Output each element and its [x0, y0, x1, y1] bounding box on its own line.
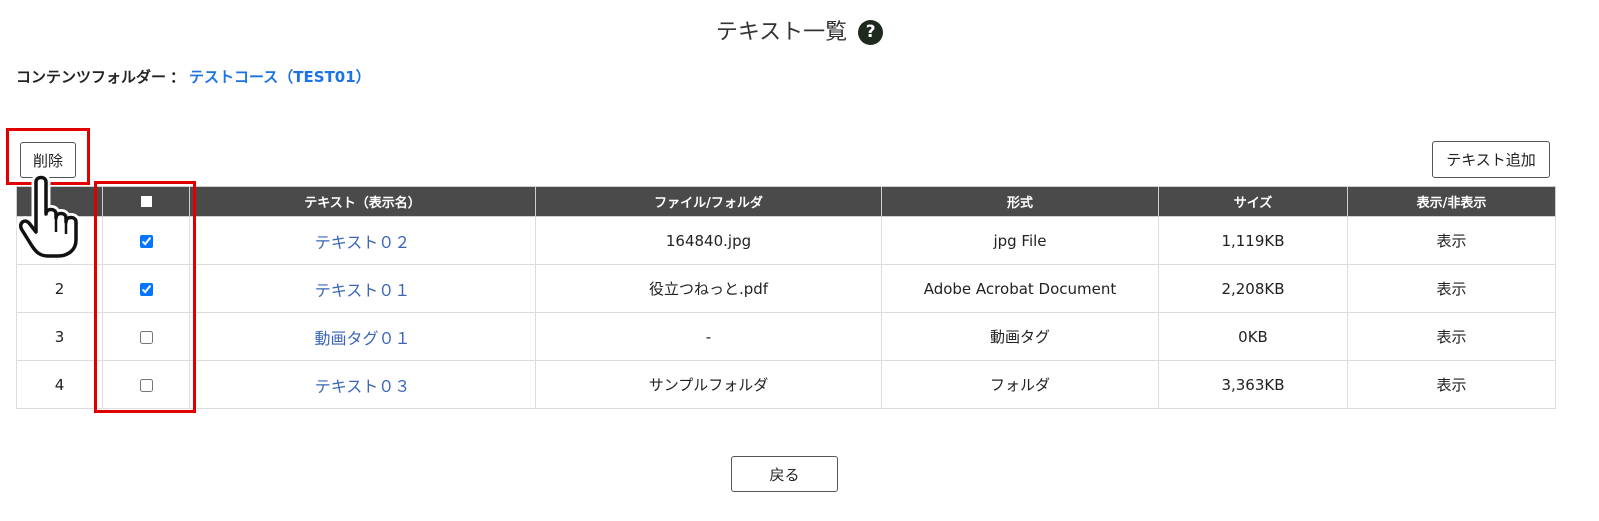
- delete-button[interactable]: 削除: [20, 142, 76, 178]
- size-cell: 0KB: [1158, 312, 1348, 361]
- visibility-cell: 表示: [1347, 312, 1556, 361]
- text-list-table: テキスト（表示名） ファイル/フォルダ 形式 サイズ 表示/非表示 1 テキスト…: [16, 186, 1556, 409]
- table-row: 2 テキスト０１ 役立つねっと.pdf Adobe Acrobat Docume…: [16, 264, 1556, 313]
- folder-label: コンテンツフォルダー: [16, 68, 167, 86]
- row-select-cell[interactable]: [102, 312, 190, 361]
- folder-separator: ：: [170, 68, 186, 86]
- column-header-name: テキスト（表示名）: [189, 186, 536, 217]
- folder-breadcrumb: コンテンツフォルダー：テストコース（TEST01）: [16, 66, 371, 87]
- file-cell: サンプルフォルダ: [535, 360, 882, 409]
- text-name-link[interactable]: テキスト０３: [315, 377, 411, 396]
- row-number: 3: [16, 312, 103, 361]
- column-header-visibility: 表示/非表示: [1347, 186, 1556, 217]
- type-cell: フォルダ: [881, 360, 1159, 409]
- add-text-button[interactable]: テキスト追加: [1432, 141, 1550, 178]
- size-cell: 1,119KB: [1158, 216, 1348, 265]
- type-cell: 動画タグ: [881, 312, 1159, 361]
- visibility-cell: 表示: [1347, 264, 1556, 313]
- folder-link[interactable]: テストコース（TEST01）: [189, 68, 371, 86]
- text-name-cell: 動画タグ０１: [189, 312, 536, 361]
- row-checkbox[interactable]: [139, 282, 153, 296]
- row-number: 2: [16, 264, 103, 313]
- row-checkbox[interactable]: [139, 234, 153, 248]
- type-cell: Adobe Acrobat Document: [881, 264, 1159, 313]
- visibility-cell: 表示: [1347, 360, 1556, 409]
- text-name-cell: テキスト０１: [189, 264, 536, 313]
- back-button[interactable]: 戻る: [731, 456, 838, 492]
- row-checkbox[interactable]: [139, 330, 153, 344]
- text-name-cell: テキスト０３: [189, 360, 536, 409]
- row-number: 1: [16, 216, 103, 265]
- size-cell: 2,208KB: [1158, 264, 1348, 313]
- text-name-link[interactable]: テキスト０２: [315, 233, 411, 252]
- table-header-row: テキスト（表示名） ファイル/フォルダ 形式 サイズ 表示/非表示: [16, 186, 1556, 217]
- column-header-no: [16, 186, 103, 217]
- text-name-link[interactable]: テキスト０１: [315, 281, 411, 300]
- type-cell: jpg File: [881, 216, 1159, 265]
- help-icon[interactable]: ?: [858, 20, 884, 45]
- visibility-cell: 表示: [1347, 216, 1556, 265]
- page-title: テキスト一覧 ?: [0, 14, 1599, 46]
- column-header-type: 形式: [881, 186, 1159, 217]
- table-row: 4 テキスト０３ サンプルフォルダ フォルダ 3,363KB 表示: [16, 360, 1556, 409]
- column-header-size: サイズ: [1158, 186, 1348, 217]
- column-header-select[interactable]: [102, 186, 190, 217]
- file-cell: 164840.jpg: [535, 216, 882, 265]
- row-select-cell[interactable]: [102, 360, 190, 409]
- row-checkbox[interactable]: [139, 378, 153, 392]
- row-select-cell[interactable]: [102, 264, 190, 313]
- column-header-file: ファイル/フォルダ: [535, 186, 882, 217]
- text-name-link[interactable]: 動画タグ０１: [314, 329, 410, 348]
- file-cell: -: [535, 312, 882, 361]
- page-title-text: テキスト一覧: [715, 20, 848, 45]
- text-name-cell: テキスト０２: [189, 216, 536, 265]
- table-row: 3 動画タグ０１ - 動画タグ 0KB 表示: [16, 312, 1556, 361]
- select-all-checkbox[interactable]: [140, 196, 152, 207]
- size-cell: 3,363KB: [1158, 360, 1348, 409]
- row-select-cell[interactable]: [102, 216, 190, 265]
- table-row: 1 テキスト０２ 164840.jpg jpg File 1,119KB 表示: [16, 216, 1556, 265]
- row-number: 4: [16, 360, 103, 409]
- file-cell: 役立つねっと.pdf: [535, 264, 882, 313]
